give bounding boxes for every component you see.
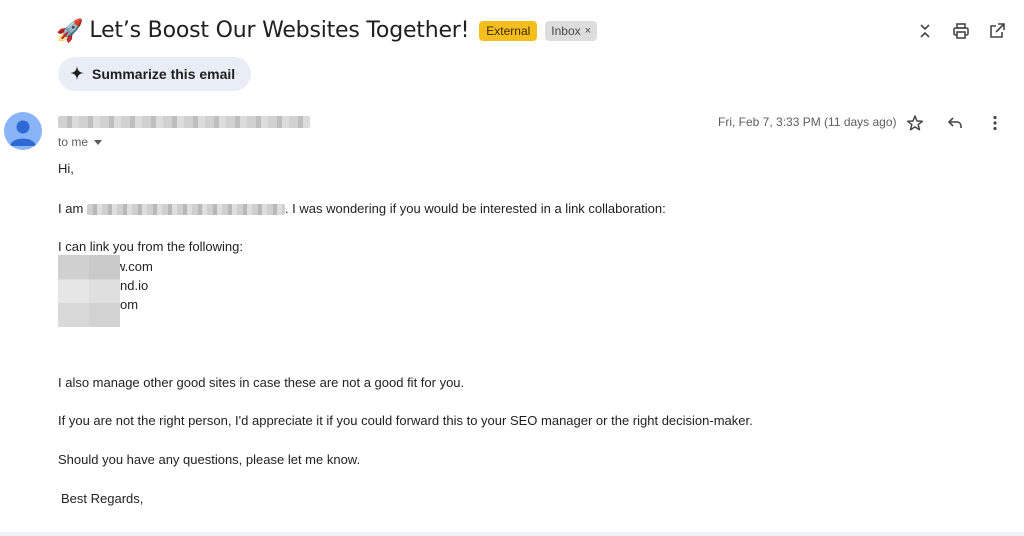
thread-toolbar: [916, 22, 1006, 40]
subject-row: 🚀 Let’s Boost Our Websites Together! Ext…: [56, 17, 598, 43]
questions-line: Should you have any questions, please le…: [58, 452, 361, 467]
intro-start: I am: [58, 201, 84, 216]
summarize-email-button[interactable]: Summarize this email: [58, 57, 252, 91]
external-badge: External: [479, 20, 538, 41]
summarize-label: Summarize this email: [92, 66, 236, 82]
more-vert-icon[interactable]: [986, 114, 1004, 132]
inbox-label[interactable]: Inbox ×: [545, 20, 598, 41]
sender-avatar[interactable]: [4, 112, 42, 150]
redacted-name-company: [86, 204, 285, 216]
caret-down-icon: [94, 135, 103, 149]
redacted-site-list: [58, 255, 120, 327]
collapse-icon[interactable]: [916, 22, 934, 40]
recipient-details-toggle[interactable]: to me: [58, 135, 103, 149]
sparkle-icon: [70, 65, 84, 83]
message-date: Fri, Feb 7, 3:33 PM (11 days ago): [718, 115, 897, 129]
star-icon[interactable]: [906, 114, 924, 132]
greeting: Hi,: [58, 161, 74, 176]
link-intro: I can link you from the following:: [58, 239, 243, 254]
remove-label-icon[interactable]: ×: [585, 25, 591, 37]
forward-line: If you are not the right person, I'd app…: [58, 413, 753, 428]
recipient-label: to me: [58, 135, 89, 149]
signoff: Best Regards,: [61, 491, 144, 506]
person-icon: [10, 120, 36, 146]
site-fragment-2: nd.io: [120, 278, 149, 293]
reply-icon[interactable]: [946, 114, 964, 132]
intro-line: I am . I was wondering if you would be i…: [58, 201, 666, 216]
open-in-new-window-icon[interactable]: [988, 22, 1006, 40]
message-actions: [906, 114, 1004, 132]
email-subject: Let’s Boost Our Websites Together!: [89, 18, 470, 43]
inbox-label-text: Inbox: [551, 23, 581, 38]
intro-end: . I was wondering if you would be intere…: [284, 201, 666, 216]
site-fragment-3: om: [120, 297, 139, 312]
bottom-divider: [0, 532, 1024, 536]
other-sites-line: I also manage other good sites in case t…: [58, 375, 465, 390]
site-fragment-1: w.com: [116, 259, 153, 274]
sender-name-redacted[interactable]: [58, 116, 310, 128]
rocket-emoji: 🚀: [56, 17, 84, 43]
print-icon[interactable]: [952, 22, 970, 40]
